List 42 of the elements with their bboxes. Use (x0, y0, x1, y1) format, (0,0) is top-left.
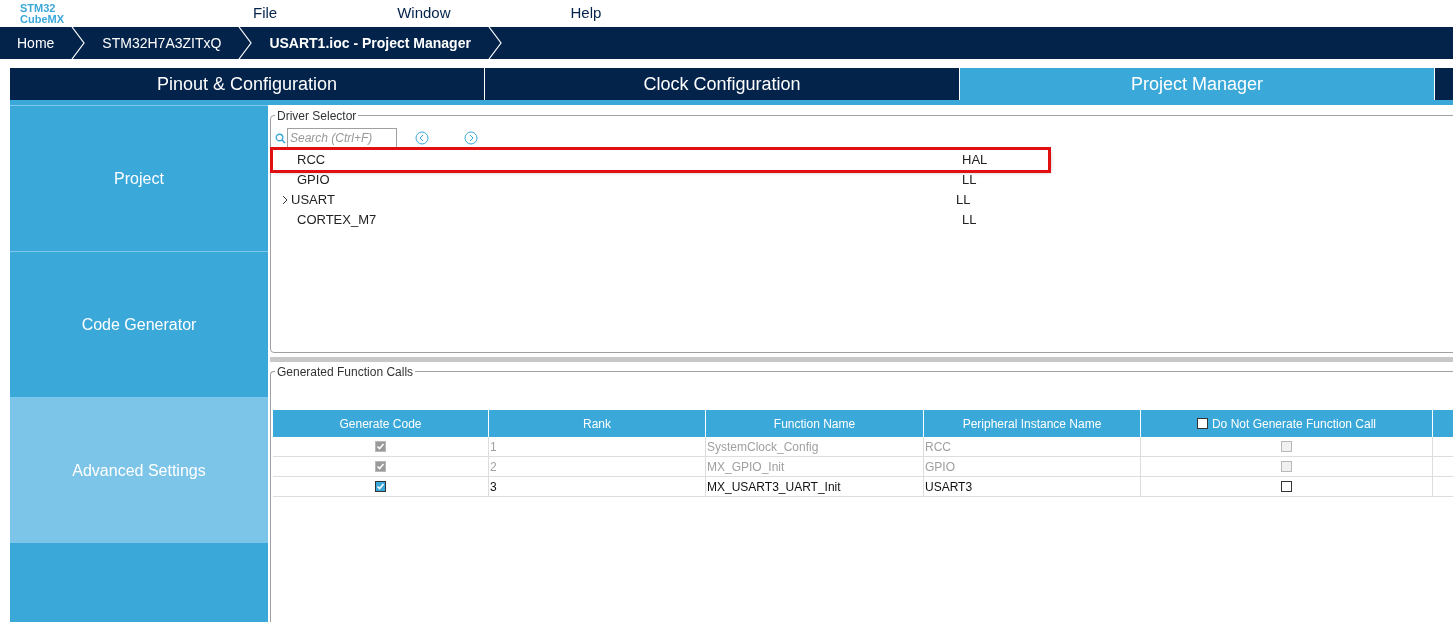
driver-type: LL (956, 191, 971, 210)
column-header-label: Rank (583, 415, 611, 433)
breadcrumb-item[interactable]: Home (0, 32, 72, 54)
driver-row[interactable]: GPIO LL (273, 170, 1048, 190)
search-icon (275, 132, 286, 144)
table-cell-text: MX_GPIO_Init (707, 458, 785, 476)
table-cell-text: USART3 (925, 478, 973, 496)
breadcrumb-item[interactable]: USART1.ioc - Project Manager (252, 32, 488, 54)
table-cell-text: GPIO (925, 458, 955, 476)
driver-name: CORTEX_M7 (297, 211, 378, 230)
logo: STM32 CubeMX (19, 2, 65, 25)
table-cell-text: 2 (490, 458, 497, 476)
search-field[interactable]: Search (Ctrl+F) (287, 128, 397, 148)
column-header-label: Generate Code (339, 415, 422, 433)
driver-row[interactable]: CORTEX_M7 LL (273, 210, 1048, 230)
checkbox[interactable] (375, 481, 386, 492)
next-icon[interactable] (464, 131, 478, 145)
driver-type: LL (962, 171, 977, 190)
expand-chevron-icon[interactable] (281, 195, 289, 205)
table-cell-text: 1 (490, 438, 497, 456)
driver-name: RCC (297, 151, 327, 170)
table-row[interactable]: 3 MX_USART3_UART_Init USART3 (273, 477, 1453, 497)
driver-name: USART (291, 191, 336, 210)
driver-row[interactable]: RCC HAL (273, 150, 1048, 170)
checkbox[interactable] (1196, 418, 1208, 429)
previous-icon[interactable] (415, 131, 429, 145)
column-header-label: Do Not Generate Function Call (1211, 415, 1377, 433)
breadcrumb-item[interactable]: STM32H7A3ZITxQ (85, 32, 239, 54)
table-cell-text: RCC (925, 438, 951, 456)
table-cell-text: 3 (490, 478, 497, 496)
driver-row[interactable]: USART LL (273, 190, 1048, 210)
menu-item[interactable]: File (253, 2, 278, 25)
menu-item[interactable]: Help (570, 2, 602, 25)
table-cell-text: SystemClock_Config (707, 438, 819, 456)
column-header-label: Function Name (773, 415, 856, 433)
driver-type: HAL (962, 151, 988, 170)
menu-item[interactable]: Window (397, 2, 451, 25)
driver-type: LL (962, 211, 977, 230)
driver-name: GPIO (297, 171, 331, 190)
table-cell-text: MX_USART3_UART_Init (707, 478, 841, 496)
checkbox[interactable] (1281, 481, 1292, 492)
column-header-label: Peripheral Instance Name (962, 415, 1102, 433)
